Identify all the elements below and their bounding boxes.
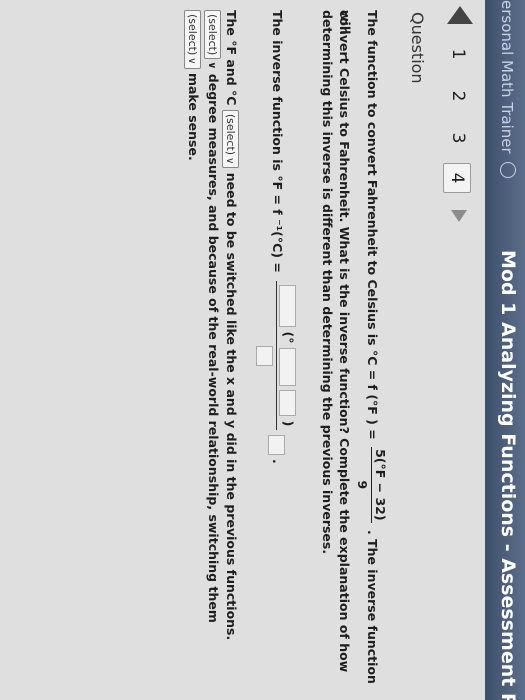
select-dropdown-1[interactable]: (select)∨ [222, 109, 239, 169]
inverse-prefix: The inverse function is °F = f ⁻¹(°C) = [270, 10, 285, 273]
celsius-fraction: 5(°F − 32) 9 [354, 447, 389, 523]
answer-box-3[interactable] [279, 390, 296, 417]
question-text-1a: The function to convert Fahrenheit to Ce… [365, 10, 380, 440]
inverse-numerator: (° ) [276, 281, 297, 431]
question-panel: 1 2 3 4 Question The function to convert… [0, 0, 485, 700]
question-line-3: determining this inverse is different th… [320, 10, 335, 555]
explanation-line-3: (select)∨ make sense. [184, 10, 202, 640]
fraction-numerator: 5(°F − 32) [371, 447, 389, 523]
chevron-down-icon: ∨ [224, 157, 235, 165]
prev-arrow-icon[interactable] [447, 6, 473, 24]
chevron-down-icon[interactable]: ∨ [202, 61, 220, 69]
question-heading: Question [408, 12, 427, 84]
question-tab-4[interactable]: 4 [443, 163, 471, 193]
explanation-line-2: (select) ∨ degree measures, and because o… [202, 10, 222, 640]
answer-box-1[interactable] [279, 285, 296, 328]
explanation-text-b: need to be switched like the x and y did… [224, 172, 239, 641]
inverse-denominator [256, 281, 276, 430]
inverse-paren-close: ) [281, 420, 296, 427]
question-tab-2[interactable]: 2 [445, 82, 471, 110]
question-line-2: convert Celsius to Fahrenheit. What is t… [337, 10, 352, 673]
question-tab-3[interactable]: 3 [445, 124, 471, 152]
explanation-text-a: The °F and °C [224, 10, 239, 106]
page-title: Mod 1 Analyzing Functions - Assessment R… [497, 250, 519, 700]
answer-box-2[interactable] [279, 347, 296, 386]
inverse-period: . [270, 459, 285, 464]
inverse-fraction: (° ) [256, 281, 297, 431]
select-dropdown-3-value: (select) [186, 14, 199, 56]
explanation-block: The °F and °C (select)∨ need to be switc… [184, 10, 240, 640]
next-arrow-icon[interactable] [451, 210, 467, 222]
inverse-paren-open: (° [281, 331, 296, 344]
select-dropdown-1-value: (select) [224, 113, 237, 156]
question-tab-1[interactable]: 1 [445, 40, 471, 68]
select-dropdown-3[interactable]: (select)∨ [184, 10, 201, 69]
fraction-denominator: 9 [355, 480, 370, 490]
answer-box-4[interactable] [256, 345, 273, 366]
explanation-line-1: The °F and °C (select)∨ need to be switc… [222, 10, 240, 640]
app-brand: ersonal Math Trainer [498, 0, 516, 179]
select-dropdown-2[interactable]: (select) [204, 10, 221, 60]
explanation-text-c: degree measures, and because of the real… [206, 73, 221, 623]
inverse-line: The inverse function is °F = f ⁻¹(°C) = … [256, 10, 297, 464]
answer-box-5[interactable] [268, 434, 285, 455]
explanation-text-d: make sense. [186, 72, 201, 161]
select-dropdown-2-value: (select) [206, 14, 219, 56]
brand-label: ersonal Math Trainer [498, 0, 516, 154]
chevron-down-icon: ∨ [186, 57, 197, 65]
brand-logo-icon [500, 162, 516, 179]
top-bar: ersonal Math Trainer Mod 1 Analyzing Fun… [485, 0, 525, 700]
rotated-screen: ersonal Math Trainer Mod 1 Analyzing Fun… [0, 0, 525, 700]
